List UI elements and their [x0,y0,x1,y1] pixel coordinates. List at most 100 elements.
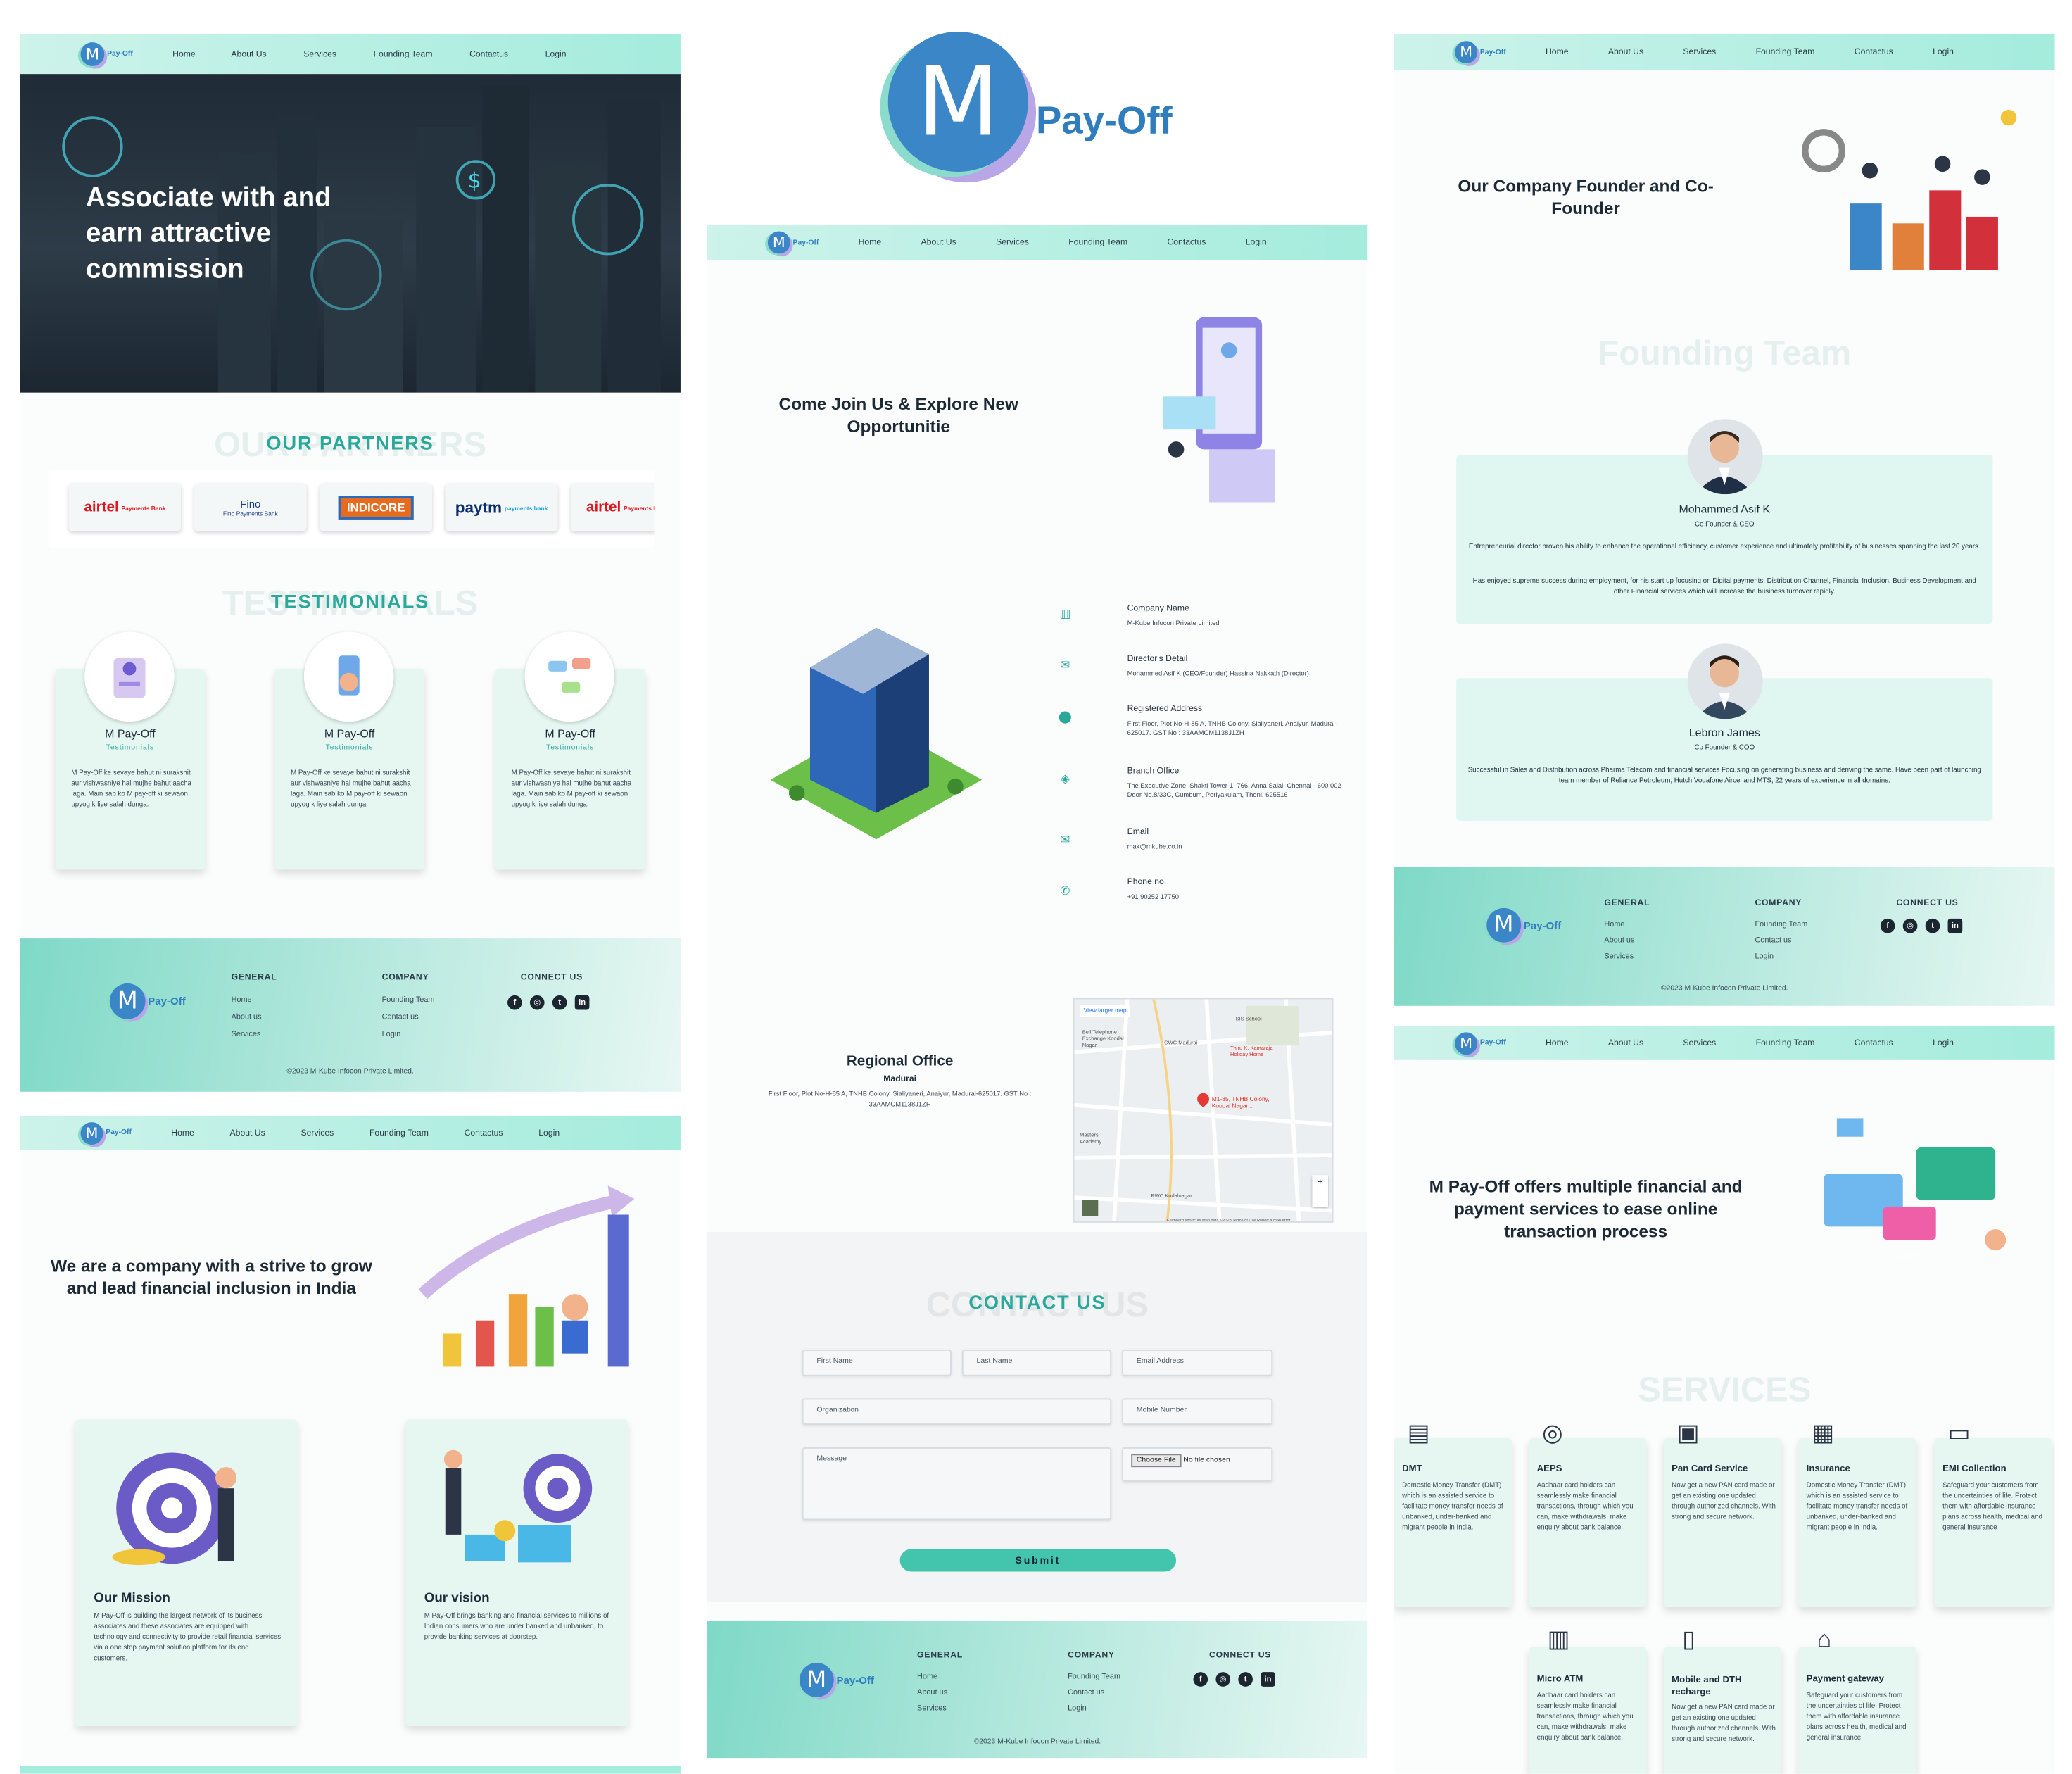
nav-about[interactable]: About Us [230,1128,265,1138]
brand-logo[interactable]: M Pay-Off [80,42,133,66]
nav-contact[interactable]: Contactus [1855,1038,1893,1048]
instagram-icon[interactable]: ◎ [529,995,545,1010]
service-card-insurance[interactable]: ▦ Insurance Domestic Money Transfer (DMT… [1798,1420,1916,1608]
nav-login[interactable]: Login [1933,48,1954,57]
nav-services[interactable]: Services [303,49,336,58]
service-card-aeps[interactable]: ◎ AEPS Aadhaar card holders can seamless… [1529,1420,1647,1608]
twitter-icon[interactable]: t [1238,1672,1253,1687]
nav-founding-team[interactable]: Founding Team [1756,1038,1815,1048]
twitter-icon[interactable]: t [552,995,567,1010]
map-zoom-controls[interactable]: + − [1312,1175,1328,1207]
footer-link-home[interactable]: Home [232,997,252,1005]
nav-about[interactable]: About Us [1608,48,1643,57]
nav-about[interactable]: About Us [921,238,956,247]
footer-link-login[interactable]: Login [1755,953,1774,961]
nav-contact[interactable]: Contactus [1855,48,1893,57]
nav-login[interactable]: Login [538,1128,560,1138]
footer-link-home[interactable]: Home [917,1673,937,1681]
footer-link-login[interactable]: Login [1068,1705,1087,1713]
view-larger-map-link[interactable]: View larger map [1079,1004,1131,1017]
phone-value[interactable]: +91 90252 17750 [1127,893,1179,903]
brand-logo[interactable]: M Pay-Off [1455,1031,1506,1055]
message-textarea[interactable]: Message [802,1447,1112,1521]
service-card-dmt[interactable]: ▤ DMT Domestic Money Transfer (DMT) whic… [1394,1420,1512,1608]
linkedin-icon[interactable]: in [1261,1672,1275,1687]
nav-services[interactable]: Services [301,1128,334,1138]
contact-heading: CONTACT US [968,1292,1106,1314]
nav-founding-team[interactable]: Founding Team [1068,238,1127,247]
partners-carousel[interactable]: airtel Payments Bank Fino Fino Payments Ba… [49,470,655,548]
footer-link-contact[interactable]: Contact us [1068,1690,1104,1697]
footer-link-home[interactable]: Home [1604,921,1624,929]
nav-home[interactable]: Home [1546,1038,1569,1048]
service-card-recharge[interactable]: ▯ Mobile and DTH recharge Now get a new … [1663,1625,1782,1774]
choose-file-button[interactable]: Choose File [1131,1454,1182,1468]
mission-card: Our Mission M Pay-Off is building the la… [75,1419,298,1727]
footer-logo[interactable]: M Pay-Off [799,1663,874,1697]
nav-home[interactable]: Home [171,1128,194,1138]
footer-link-team[interactable]: Founding Team [1068,1673,1120,1681]
map-satellite-toggle[interactable] [1082,1200,1099,1216]
brand-logo[interactable]: M Pay-Off [1455,41,1506,64]
footer-link-about[interactable]: About us [1604,937,1634,945]
nav-services[interactable]: Services [996,238,1029,247]
nav-founding-team[interactable]: Founding Team [374,49,433,58]
facebook-icon[interactable]: f [1193,1672,1208,1687]
nav-home[interactable]: Home [1546,48,1569,57]
building-icon: ▥ [1059,606,1071,620]
service-card-payment-gateway[interactable]: ⌂ Payment gateway Safeguard your custome… [1798,1625,1916,1774]
footer-link-about[interactable]: About us [917,1690,947,1697]
linkedin-icon[interactable]: in [574,995,590,1010]
nav-about[interactable]: About Us [231,49,266,58]
facebook-icon[interactable]: f [507,995,522,1010]
facebook-icon[interactable]: f [1880,918,1895,933]
footer: M Pay-Off GENERAL Home About us Services … [1394,867,2055,1006]
footer-link-services[interactable]: Services [232,1031,261,1039]
brand-logo[interactable]: M Pay-Off [80,1121,132,1145]
brand-logo[interactable]: M Pay-Off [767,231,819,254]
nav-services[interactable]: Services [1683,48,1716,57]
linkedin-icon[interactable]: in [1947,918,1963,933]
file-upload[interactable]: Choose File No file chosen [1122,1447,1273,1482]
footer-link-team[interactable]: Founding Team [382,997,435,1005]
footer-logo[interactable]: M Pay-Off [109,983,186,1019]
map-label: Masters Academy [1079,1131,1102,1145]
footer-link-contact[interactable]: Contact us [382,1014,419,1021]
service-card-emi[interactable]: ▭ EMI Collection Safeguard your customer… [1934,1420,2052,1608]
footer-link-about[interactable]: About us [232,1014,262,1021]
footer-link-team[interactable]: Founding Team [1755,921,1807,929]
instagram-icon[interactable]: ◎ [1215,1672,1231,1687]
nav-contact[interactable]: Contactus [469,49,508,58]
nav-login[interactable]: Login [545,49,567,58]
nav-home[interactable]: Home [172,49,196,58]
instagram-icon[interactable]: ◎ [1902,918,1918,933]
nav-contact[interactable]: Contactus [1167,238,1206,247]
footer-logo[interactable]: M Pay-Off [1486,907,1561,943]
nav-login[interactable]: Login [1933,1038,1954,1048]
nav-founding-team[interactable]: Founding Team [369,1128,429,1138]
twitter-icon[interactable]: t [1925,918,1940,933]
first-name-input[interactable]: First Name [802,1350,952,1376]
nav-services[interactable]: Services [1683,1038,1716,1048]
footer-link-services[interactable]: Services [917,1705,947,1713]
mobile-number-input[interactable]: Mobile Number [1122,1398,1273,1426]
nav-founding-team[interactable]: Founding Team [1756,48,1815,57]
nav-about[interactable]: About Us [1608,1038,1643,1048]
footer-company-heading: COMPANY [381,972,429,983]
footer-link-login[interactable]: Login [382,1031,401,1039]
google-map[interactable]: View larger map Bell Telephone Exchange … [1073,998,1334,1223]
email-input[interactable]: Email Address [1122,1350,1273,1376]
email-value[interactable]: mak@mkube.co.in [1127,843,1182,853]
nav-login[interactable]: Login [1246,238,1267,247]
testimonial-role: Testimonials [546,744,595,753]
nav-contact[interactable]: Contactus [465,1128,503,1138]
organization-input[interactable]: Organization [802,1398,1112,1426]
submit-button[interactable]: Submit [899,1549,1177,1572]
footer-link-services[interactable]: Services [1604,953,1634,961]
service-card-pan[interactable]: ▣ Pan Card Service Now get a new PAN car… [1663,1420,1782,1608]
footer-link-contact[interactable]: Contact us [1755,937,1791,945]
service-card-micro-atm[interactable]: ▥ Micro ATM Aadhaar card holders can sea… [1529,1625,1647,1774]
last-name-input[interactable]: Last Name [961,1350,1112,1376]
nav-home[interactable]: Home [859,238,882,247]
partner-logo-indicore: INDICORE [320,484,432,531]
